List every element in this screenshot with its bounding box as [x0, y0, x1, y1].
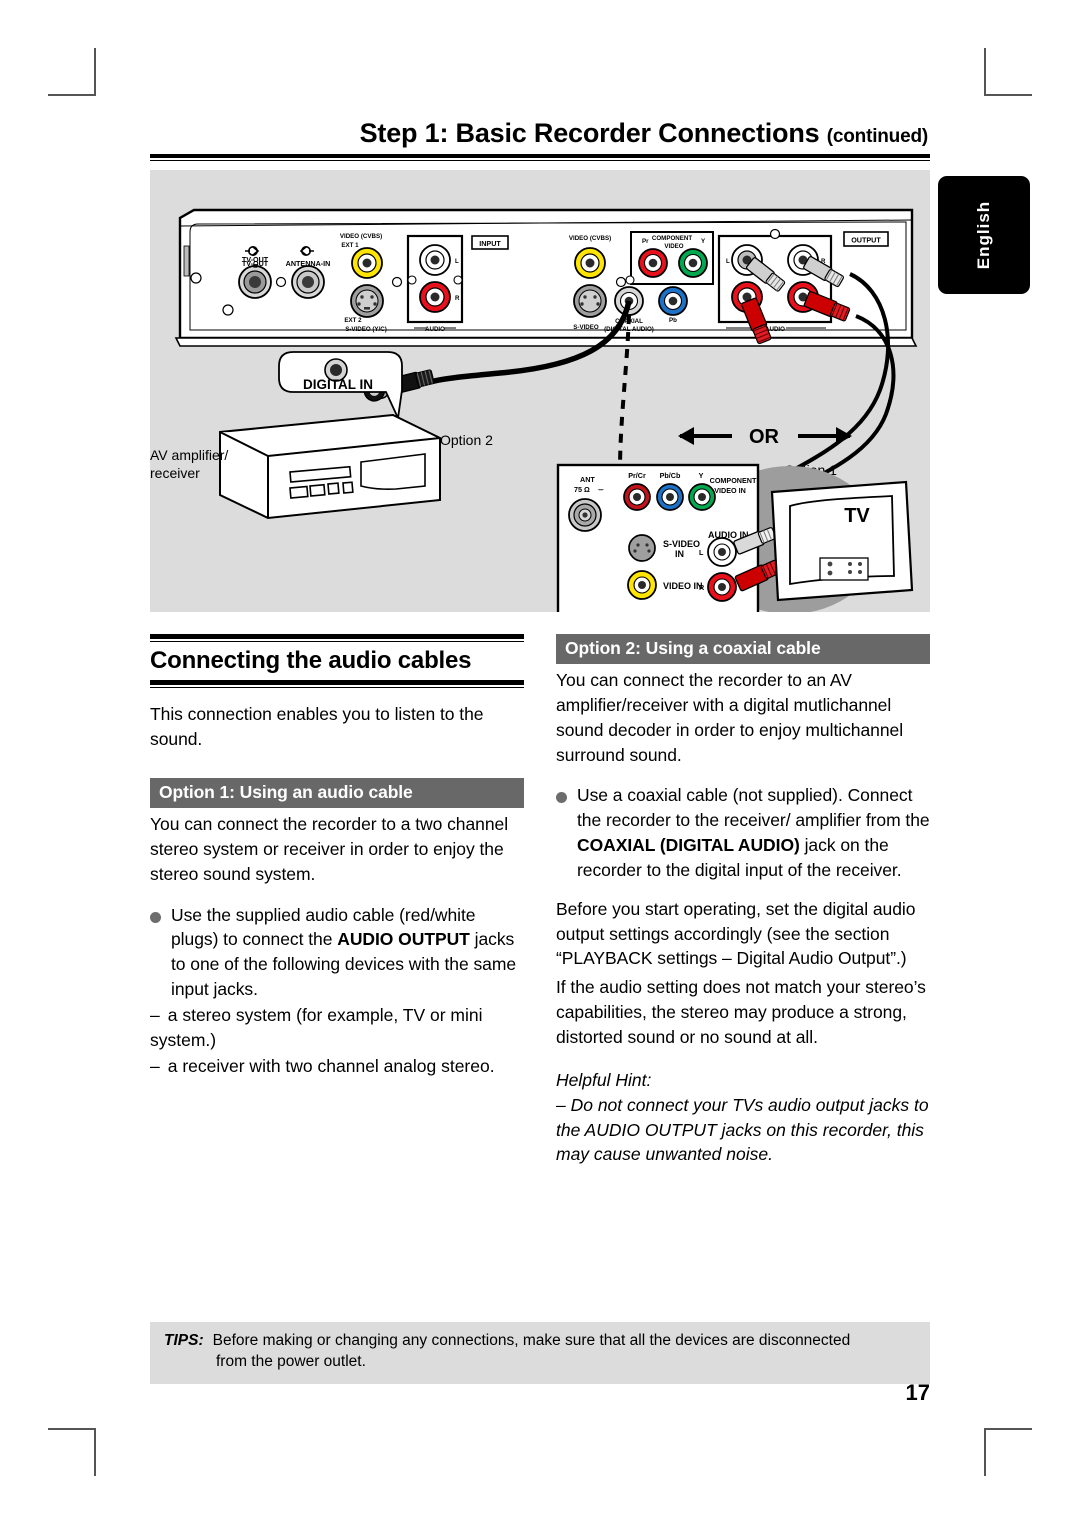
- crop-mark-bottom-left: [48, 1428, 96, 1476]
- label-ext2: EXT 2: [344, 317, 362, 324]
- intro-paragraph: This connection enables you to listen to…: [150, 704, 484, 750]
- label-pr-cr: Pr/Cr: [628, 471, 646, 480]
- header-rule-thin: [150, 160, 930, 161]
- label-component-video-in-1: COMPONENT: [710, 476, 757, 485]
- bullet-dot-icon-2: [556, 792, 567, 804]
- label-svideo-in-1: S-VIDEO: [663, 539, 700, 549]
- svg-text:R: R: [455, 295, 460, 302]
- tips-footer: TIPS: Before making or changing any conne…: [150, 1322, 930, 1384]
- option1-bullet-text: Use the supplied audio cable (red/white …: [171, 903, 524, 1002]
- label-av-amplifier-2: receiver: [150, 465, 200, 481]
- crop-mark-bottom-right: [984, 1428, 1032, 1476]
- bullet-dot-icon: [150, 911, 161, 923]
- label-svideo-right: S-VIDEO: [573, 324, 599, 331]
- label-pr: Pr: [642, 238, 649, 245]
- av-amplifier: [219, 413, 441, 520]
- dash-item-2: – a receiver with two channel analog ster…: [150, 1054, 524, 1079]
- or-indicator: OR: [678, 426, 852, 448]
- label-pb-cb: Pb/Cb: [660, 471, 681, 480]
- label-video-cvbs-left: VIDEO (CVBS): [340, 233, 382, 240]
- option2-bullet-text: Use a coaxial cable (not supplied). Conn…: [577, 783, 930, 882]
- page-number: 17: [905, 1380, 930, 1405]
- option2-bullet: Use a coaxial cable (not supplied). Conn…: [556, 783, 930, 882]
- tips-label: TIPS:: [164, 1332, 204, 1349]
- body-columns: Connecting the audio cables This connect…: [150, 634, 930, 1167]
- header-rule-thick: [150, 154, 930, 158]
- option1-bullet: Use the supplied audio cable (red/white …: [150, 903, 524, 1002]
- svg-text:L: L: [726, 258, 730, 265]
- option2-paragraph-3: If the audio setting does not match your…: [556, 977, 926, 1047]
- option2-bar: Option 2: Using a coaxial cable: [556, 634, 930, 664]
- svg-text:ᅲ: ᅲ: [598, 487, 604, 494]
- label-component-video-2: VIDEO: [664, 243, 683, 250]
- bullet2-part1: Use a coaxial cable (not supplied). Conn…: [577, 785, 930, 831]
- left-column: Connecting the audio cables This connect…: [150, 634, 524, 1167]
- label-antenna-in: ANTENNA-IN: [286, 259, 331, 268]
- option2-intro: You can connect the recorder to an AV am…: [556, 670, 904, 765]
- helpful-hint: Helpful Hint: – Do not connect your TVs …: [556, 1068, 930, 1167]
- label-output: OUTPUT: [851, 236, 881, 245]
- label-audio-input: AUDIO: [425, 326, 445, 333]
- label-ant: ANT: [580, 475, 595, 484]
- label-svideo-yc: S-VIDEO (Y/C): [345, 326, 387, 333]
- language-tab-label: English: [974, 200, 993, 270]
- crop-mark-top-right: [984, 48, 1032, 96]
- tips-line-1: Before making or changing any connection…: [212, 1332, 851, 1349]
- helpful-hint-text: – Do not connect your TVs audio output j…: [556, 1094, 929, 1165]
- label-component-video-in-2: VIDEO IN: [714, 486, 746, 495]
- label-input: INPUT: [479, 239, 501, 248]
- svg-text:TV-OUT: TV-OUT: [242, 259, 269, 268]
- dash-mark-2: –: [150, 1055, 160, 1076]
- label-y-tv: Y: [699, 471, 704, 480]
- recorder-back-panel: ⊂ TV-OUT TV-OUT ANTENNA-IN VIDEO (CVBS) …: [174, 208, 918, 347]
- svg-text:L: L: [455, 258, 459, 265]
- label-component-video-1: COMPONENT: [652, 235, 692, 242]
- label-option2: Option 2: [440, 432, 493, 448]
- language-tab-english: English: [938, 176, 1030, 294]
- section-rule-bottom: [150, 680, 524, 686]
- section-rule-top-thin: [150, 641, 524, 642]
- option2-paragraph-2: Before you start operating, set the digi…: [556, 898, 916, 969]
- bullet2-bold-coaxial: COAXIAL (DIGITAL AUDIO): [577, 835, 800, 856]
- tv-set: TV: [770, 480, 914, 602]
- page-title-main: Step 1: Basic Recorder Connections: [359, 118, 820, 148]
- label-svideo-in-2: IN: [675, 549, 684, 559]
- page-title-continued: (continued): [826, 126, 928, 147]
- label-digital-in: DIGITAL IN: [303, 377, 373, 392]
- section-rule-bottom-thin: [150, 687, 524, 689]
- page-content: Step 1: Basic Recorder Connections (cont…: [150, 120, 930, 1167]
- label-tv: TV: [844, 505, 870, 527]
- label-audio-r: R: [699, 583, 705, 592]
- dash-item-1: – a stereo system (for example, TV or min…: [150, 1003, 524, 1053]
- dash-text-1: a stereo system (for example, TV or mini…: [150, 1004, 483, 1050]
- option1-intro: You can connect the recorder to a two ch…: [150, 814, 509, 884]
- section-title: Connecting the audio cables: [150, 647, 472, 674]
- label-pb: Pb: [669, 317, 677, 324]
- label-video-in: VIDEO IN: [663, 581, 703, 591]
- page-title: Step 1: Basic Recorder Connections (cont…: [150, 120, 930, 147]
- label-or: OR: [749, 426, 780, 448]
- label-av-amplifier-1: AV amplifier/: [150, 447, 228, 463]
- label-audio-l: L: [699, 548, 704, 557]
- helpful-hint-title: Helpful Hint:: [556, 1069, 652, 1090]
- label-ext1: EXT 1: [341, 242, 359, 249]
- dash-mark-1: –: [150, 1004, 160, 1025]
- tips-line-2: from the power outlet.: [216, 1352, 366, 1370]
- dash-text-2: a receiver with two channel analog stere…: [167, 1055, 495, 1076]
- crop-mark-top-left: [48, 48, 96, 96]
- section-rule-top: [150, 634, 524, 639]
- label-video-cvbs-right: VIDEO (CVBS): [569, 235, 611, 242]
- callout-digital-in: DIGITAL IN: [278, 351, 403, 422]
- option1-bar: Option 1: Using an audio cable: [150, 778, 524, 809]
- right-column: Option 2: Using a coaxial cable You can …: [556, 634, 930, 1167]
- connection-diagram: .ln { fill:none; stroke:#000; } .t4 { fo…: [150, 170, 930, 612]
- bullet-bold-audio-output: AUDIO OUTPUT: [337, 929, 470, 950]
- label-ant-ohm: 75 Ω: [574, 485, 590, 494]
